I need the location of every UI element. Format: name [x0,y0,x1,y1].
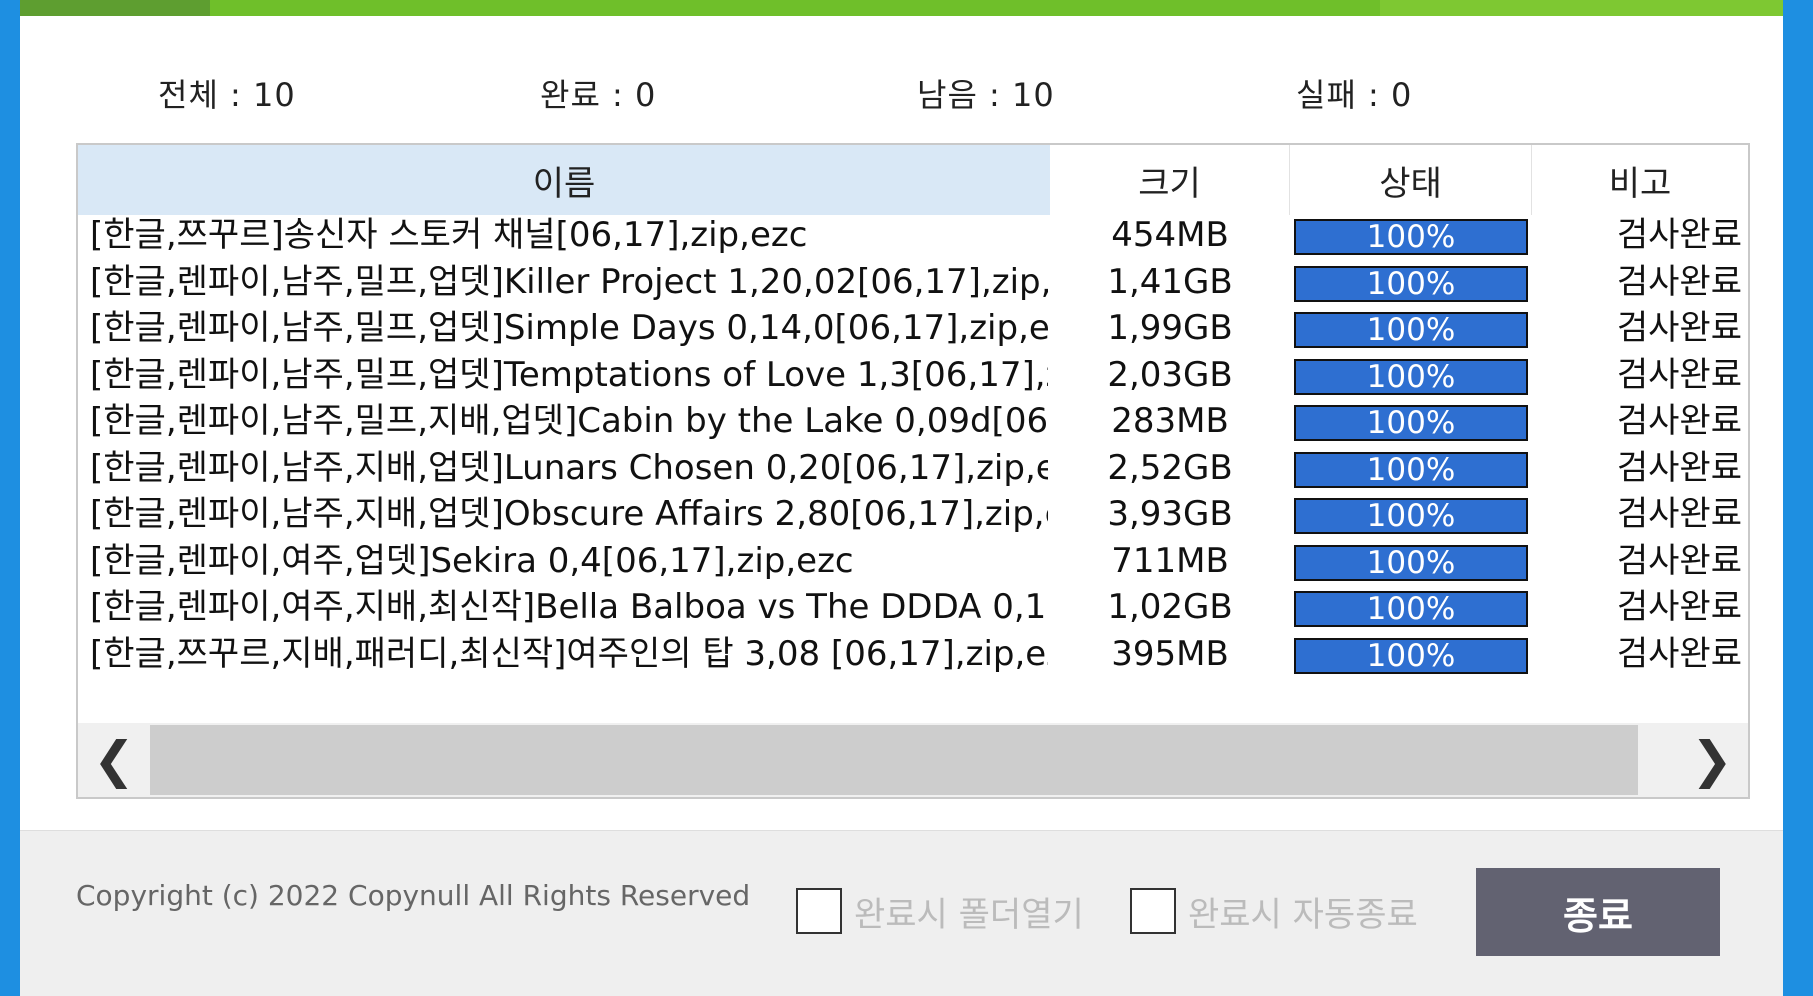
progress-bar: 100% [1294,498,1528,534]
file-size: 1,99GB [1107,308,1233,348]
progress-bar: 100% [1294,265,1528,302]
chevron-left-icon[interactable]: ❮ [78,723,150,797]
progress-text: 100% [1366,637,1456,674]
list-item[interactable]: [한글,쯔꾸르]송신자 스토커 채널[06,17],zip,ezc 454MB … [78,215,1748,262]
top-progress-bar [20,0,1783,16]
list-item[interactable]: [한글,렌파이,남주,밀프,지배,업뎃]Cabin by the Lake 0,… [78,401,1748,448]
file-name: [한글,렌파이,남주,밀프,업뎃]Simple Days 0,14,0[06,1… [90,308,1048,348]
stat-total: 전체 : 10 [158,76,296,114]
file-note: 검사완료 [1616,354,1742,395]
stats-bar: 전체 : 10 완료 : 0 남음 : 10 실패 : 0 [20,70,1783,120]
list-item[interactable]: [한글,렌파이,남주,지배,업뎃]Obscure Affairs 2,80[06… [78,494,1748,541]
progress-bar: 100% [1294,405,1528,441]
open-folder-checkbox[interactable] [796,888,842,934]
progress-bar: 100% [1294,591,1528,627]
progress-text: 100% [1366,498,1456,534]
file-name: [한글,렌파이,남주,밀프,업뎃]Killer Project 1,20,02[… [90,261,1048,302]
auto-exit-checkbox-group[interactable]: 완료시 자동종료 [1130,886,1418,936]
list-item[interactable]: [한글,렌파이,남주,지배,업뎃]Lunars Chosen 0,20[06,1… [78,448,1748,495]
progress-text: 100% [1366,219,1456,255]
file-name: [한글,렌파이,남주,지배,업뎃]Lunars Chosen 0,20[06,1… [90,447,1048,488]
file-note: 검사완료 [1616,308,1742,348]
file-size: 3,93GB [1107,494,1233,534]
close-button[interactable]: 종료 [1476,868,1720,956]
progress-text: 100% [1366,591,1456,627]
progress-bar: 100% [1294,544,1528,581]
progress-text: 100% [1366,544,1456,581]
file-note: 검사완료 [1616,587,1742,627]
file-name: [한글,쯔꾸르,지배,패러디,최신작]여주인의 탑 3,08 [06,17],z… [90,633,1048,674]
file-name: [한글,렌파이,여주,지배,최신작]Bella Balboa vs The DD… [90,587,1048,627]
auto-exit-checkbox[interactable] [1130,888,1176,934]
progress-bar: 100% [1294,451,1528,488]
file-size: 1,02GB [1107,587,1233,627]
progress-text: 100% [1366,265,1456,302]
file-note: 검사완료 [1616,633,1742,674]
file-note: 검사완료 [1616,540,1742,581]
file-size: 2,03GB [1107,354,1233,395]
stat-done: 완료 : 0 [540,76,657,114]
list-item[interactable]: [한글,렌파이,남주,밀프,업뎃]Simple Days 0,14,0[06,1… [78,308,1748,355]
progress-text: 100% [1366,451,1456,488]
progress-text: 100% [1366,312,1456,348]
open-folder-label[interactable]: 완료시 폴더열기 [854,887,1084,936]
list-item[interactable]: [한글,렌파이,남주,밀프,업뎃]Killer Project 1,20,02[… [78,262,1748,309]
progress-bar: 100% [1294,358,1528,395]
file-name: [한글,쯔꾸르]송신자 스토커 채널[06,17],zip,ezc [90,215,808,255]
file-name: [한글,렌파이,남주,밀프,업뎃]Temptations of Love 1,3… [90,354,1048,395]
list-item[interactable]: [한글,렌파이,여주,업뎃]Sekira 0,4[06,17],zip,ezc … [78,541,1748,588]
file-note: 검사완료 [1616,447,1742,488]
list-item[interactable]: [한글,렌파이,남주,밀프,업뎃]Temptations of Love 1,3… [78,355,1748,402]
auto-exit-label[interactable]: 완료시 자동종료 [1188,887,1418,936]
chevron-right-icon[interactable]: ❯ [1676,723,1748,797]
file-name: [한글,렌파이,여주,업뎃]Sekira 0,4[06,17],zip,ezc [90,540,854,581]
column-header-note[interactable]: 비고 [1532,145,1748,215]
progress-bar: 100% [1294,219,1528,255]
file-list[interactable]: 이름 크기 상태 비고 [한글,쯔꾸르]송신자 스토커 채널[06,17],zi… [76,143,1750,799]
footer: Copyright (c) 2022 Copynull All Rights R… [20,830,1783,996]
file-note: 검사완료 [1616,261,1742,302]
stat-remaining: 남음 : 10 [917,76,1055,114]
progress-bar: 100% [1294,312,1528,348]
file-name: [한글,렌파이,남주,밀프,지배,업뎃]Cabin by the Lake 0,… [90,401,1048,441]
file-rows: [한글,쯔꾸르]송신자 스토커 채널[06,17],zip,ezc 454MB … [78,215,1748,680]
file-size: 711MB [1111,540,1229,581]
file-note: 검사완료 [1616,401,1742,441]
progress-text: 100% [1366,405,1456,441]
column-header-size[interactable]: 크기 [1050,145,1290,215]
file-name: [한글,렌파이,남주,지배,업뎃]Obscure Affairs 2,80[06… [90,494,1048,534]
file-size: 2,52GB [1107,447,1233,488]
copyright-text: Copyright (c) 2022 Copynull All Rights R… [76,879,751,912]
stat-failed: 실패 : 0 [1296,76,1413,114]
file-size: 1,41GB [1107,261,1233,302]
open-folder-checkbox-group[interactable]: 완료시 폴더열기 [796,886,1084,936]
file-size: 395MB [1111,633,1229,674]
column-header-status[interactable]: 상태 [1290,145,1532,215]
file-note: 검사완료 [1616,494,1742,534]
file-note: 검사완료 [1616,215,1742,255]
file-size: 454MB [1111,215,1229,255]
app-window: 전체 : 10 완료 : 0 남음 : 10 실패 : 0 이름 크기 상태 비… [20,0,1783,996]
horizontal-scrollbar[interactable]: ❮ ❯ [78,723,1748,797]
progress-text: 100% [1366,358,1456,395]
list-item[interactable]: [한글,렌파이,여주,지배,최신작]Bella Balboa vs The DD… [78,587,1748,634]
scrollbar-thumb[interactable] [150,725,1638,795]
list-item[interactable]: [한글,쯔꾸르,지배,패러디,최신작]여주인의 탑 3,08 [06,17],z… [78,634,1748,681]
file-size: 283MB [1111,401,1229,441]
progress-bar: 100% [1294,637,1528,674]
column-header-name[interactable]: 이름 [78,145,1050,215]
